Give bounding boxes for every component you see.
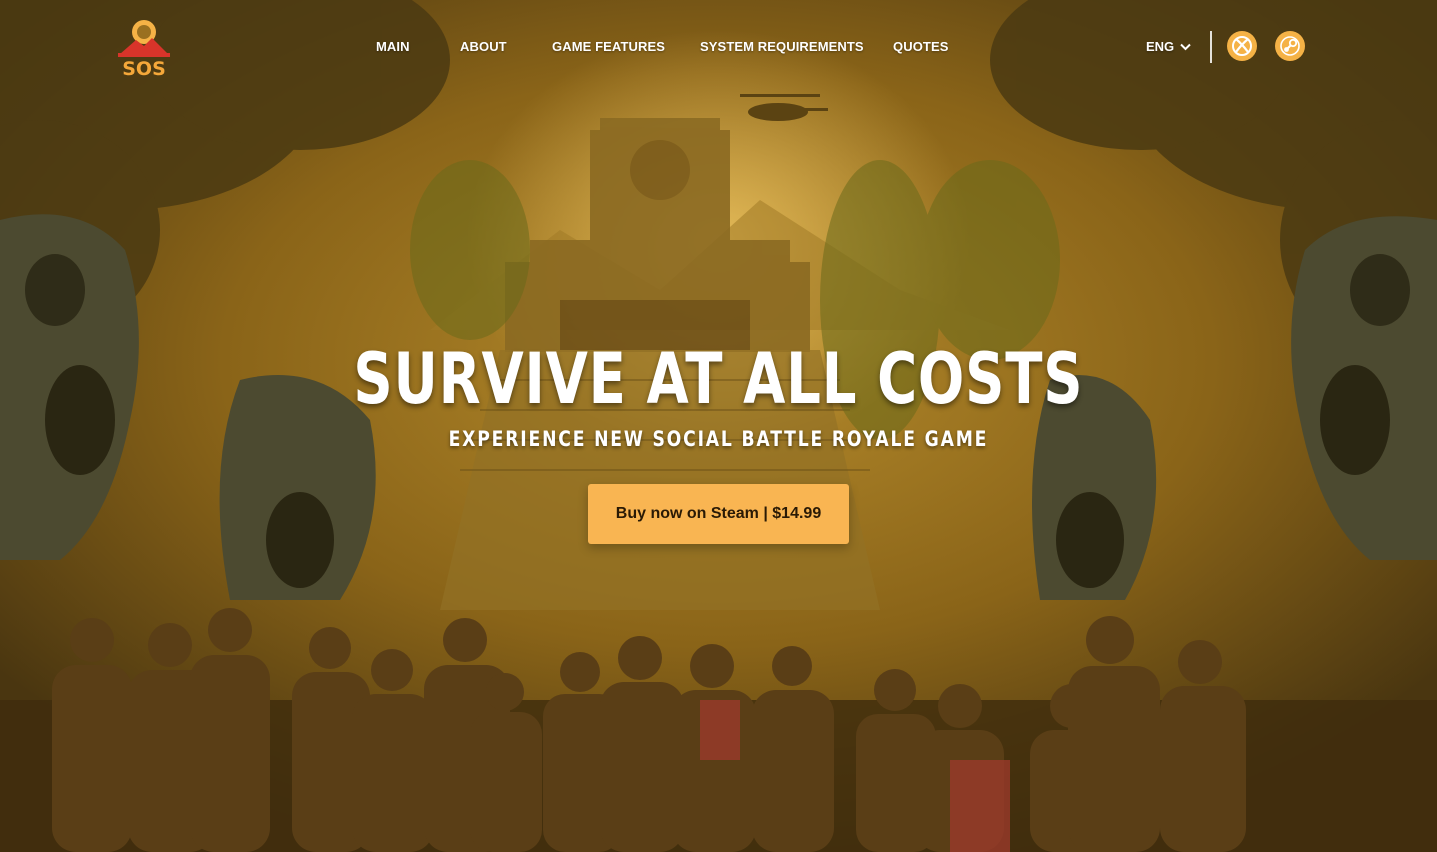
nav-quotes[interactable]: QUOTES: [893, 39, 949, 54]
chevron-down-icon: [1180, 43, 1191, 50]
nav-main[interactable]: MAIN: [376, 39, 410, 54]
hero-background-art: [0, 0, 1437, 852]
nav-divider: [1210, 31, 1212, 63]
nav-game-features[interactable]: GAME FEATURES: [552, 39, 665, 54]
hero-headline: SURVIVE AT ALL COSTS: [353, 338, 1084, 420]
hero-section: SOS MAIN ABOUT GAME FEATURES SYSTEM REQU…: [0, 0, 1437, 852]
xbox-icon: [1232, 36, 1252, 56]
main-nav: MAIN ABOUT GAME FEATURES SYSTEM REQUIREM…: [0, 39, 1437, 57]
hero-subheadline: EXPERIENCE NEW SOCIAL BATTLE ROYALE GAME: [448, 427, 989, 451]
buy-steam-button[interactable]: Buy now on Steam | $14.99: [588, 484, 849, 544]
language-label: ENG: [1146, 39, 1175, 54]
characters-illustration: [0, 608, 1437, 852]
language-selector[interactable]: ENG: [1146, 39, 1191, 54]
steam-link[interactable]: [1275, 31, 1305, 61]
xbox-link[interactable]: [1227, 31, 1257, 61]
nav-system-requirements[interactable]: SYSTEM REQUIREMENTS: [700, 39, 864, 54]
helicopter-illustration: [740, 94, 828, 121]
nav-about[interactable]: ABOUT: [460, 39, 507, 54]
logo-text: SOS: [122, 58, 166, 78]
steam-icon: [1280, 36, 1300, 56]
